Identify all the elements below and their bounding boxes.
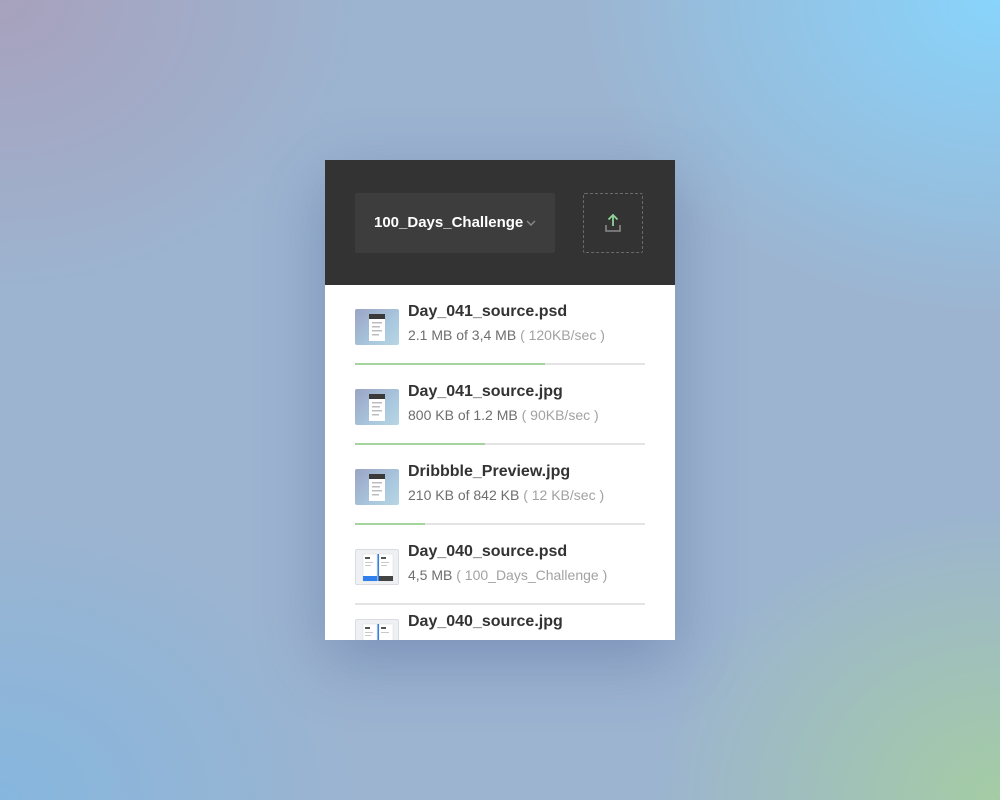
file-name: Day_040_source.psd [408,543,568,560]
file-name: Day_041_source.psd [408,303,568,320]
transfer-speed: ( 12 KB/sec ) [523,487,605,503]
file-meta: 4,5 MB ( 100_Days_Challenge ) [408,567,607,583]
file-item[interactable]: Day_041_source.jpg 800 KB of 1.2 MB ( 90… [355,365,645,445]
document-thumbnail [355,469,399,505]
file-meta: 800 KB of 1.2 MB ( 90KB/sec ) [408,407,599,423]
file-item[interactable]: Dribbble_Preview.jpg 210 KB of 842 KB ( … [355,445,645,525]
transfer-speed: ( 90KB/sec ) [521,407,599,423]
app-screens-thumbnail [355,549,399,585]
folder-dropdown[interactable]: 100_Days_Challenge [355,193,555,253]
file-name: Dribbble_Preview.jpg [408,463,571,480]
file-item[interactable]: Day_041_source.psd 2.1 MB of 3,4 MB ( 12… [355,285,645,365]
file-item[interactable]: Day_040_source.jpg [355,605,645,640]
folder-name: 100_Days_Challenge [374,214,524,231]
file-size: 210 KB of 842 KB [408,487,520,503]
file-name: Day_040_source.jpg [408,613,563,630]
file-meta: 210 KB of 842 KB ( 12 KB/sec ) [408,487,604,503]
app-screens-thumbnail [355,619,399,640]
file-size: 800 KB of 1.2 MB [408,407,518,423]
document-thumbnail [355,389,399,425]
file-list: Day_041_source.psd 2.1 MB of 3,4 MB ( 12… [325,285,675,640]
document-thumbnail [355,309,399,345]
file-name: Day_041_source.jpg [408,383,563,400]
file-item[interactable]: Day_040_source.psd 4,5 MB ( 100_Days_Cha… [355,525,645,605]
file-size: 2.1 MB of 3,4 MB [408,327,517,343]
file-meta: 2.1 MB of 3,4 MB ( 120KB/sec ) [408,327,605,343]
file-size: 4,5 MB [408,567,453,583]
chevron-down-icon [526,220,536,226]
upload-card: 100_Days_Challenge Day_041_source.psd 2.… [325,160,675,640]
folder-label: ( 100_Days_Challenge ) [456,567,608,583]
transfer-speed: ( 120KB/sec ) [520,327,605,343]
card-header: 100_Days_Challenge [325,160,675,285]
upload-button[interactable] [583,193,643,253]
upload-icon [605,213,621,232]
